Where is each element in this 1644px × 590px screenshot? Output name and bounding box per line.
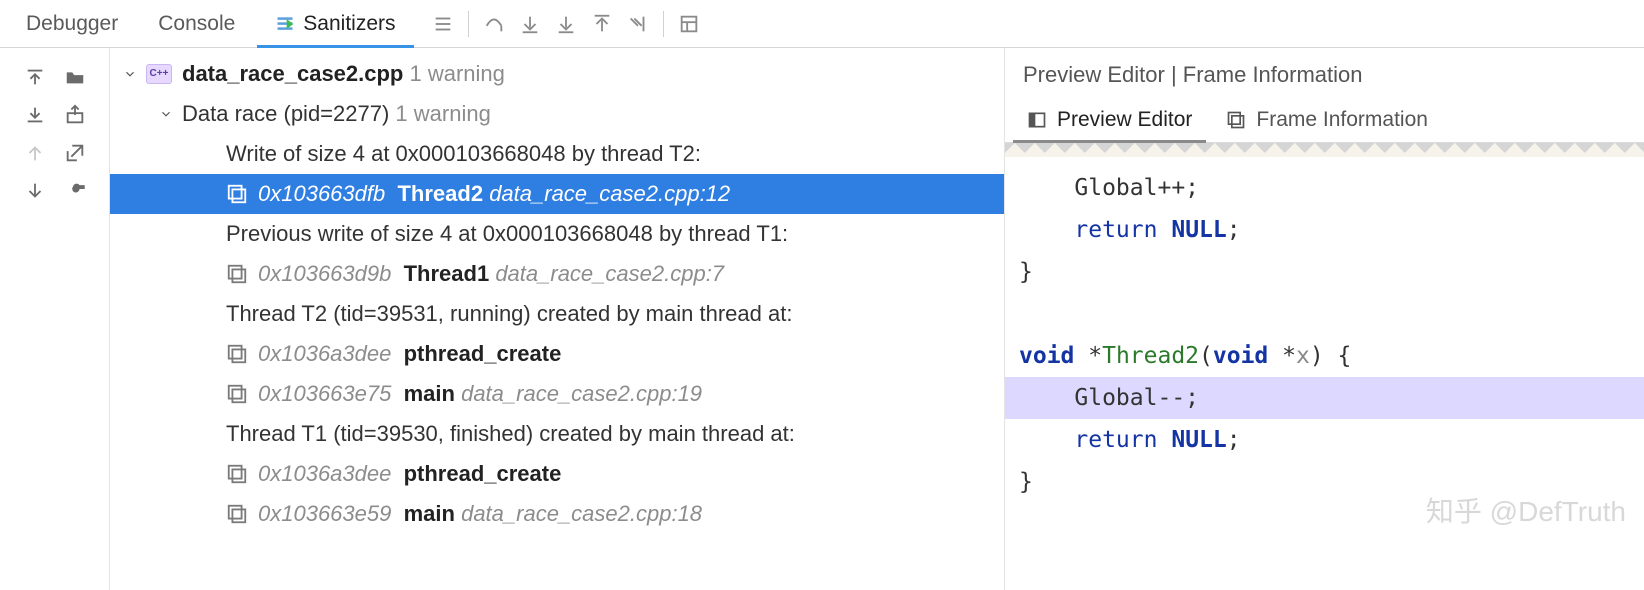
frame-address: 0x1036a3dee	[258, 457, 391, 491]
separator	[468, 11, 469, 37]
race-label: Data race (pid=2277)	[182, 97, 389, 131]
main-area: C++ data_race_case2.cpp 1 warning Data r…	[0, 48, 1644, 590]
chevron-down-icon[interactable]	[156, 104, 176, 124]
message-text: Thread T2 (tid=39531, running) created b…	[226, 297, 792, 331]
right-panel: Preview Editor | Frame Information Previ…	[1004, 48, 1644, 590]
frame-function: main	[404, 497, 455, 531]
tree-file-row[interactable]: C++ data_race_case2.cpp 1 warning	[110, 54, 1004, 94]
code-line: return NULL;	[1019, 427, 1241, 453]
step-out-icon[interactable]	[585, 7, 619, 41]
stack-frame-icon	[226, 503, 248, 525]
step-into-icon[interactable]	[513, 7, 547, 41]
tab-label: Debugger	[26, 12, 118, 36]
tree-race-row[interactable]: Data race (pid=2277) 1 warning	[110, 94, 1004, 134]
message-text: Previous write of size 4 at 0x0001036680…	[226, 217, 788, 251]
left-gutter	[0, 48, 110, 590]
cpp-file-icon: C++	[146, 64, 172, 84]
sanitizer-tree[interactable]: C++ data_race_case2.cpp 1 warning Data r…	[110, 48, 1004, 590]
tab-label: Console	[158, 12, 235, 36]
top-tab-bar: Debugger Console Sanitizers	[0, 0, 1644, 48]
popout-icon[interactable]	[58, 136, 92, 170]
layout-icon[interactable]	[426, 7, 460, 41]
frame-address: 0x103663d9b	[258, 257, 391, 291]
stack-message-row[interactable]: Thread T1 (tid=39530, finished) created …	[110, 414, 1004, 454]
frame-location: data_race_case2.cpp:18	[461, 497, 702, 531]
file-name: data_race_case2.cpp	[182, 57, 403, 91]
fold-indicator	[1005, 143, 1644, 157]
evaluate-icon[interactable]	[672, 7, 706, 41]
sanitizer-icon	[275, 14, 295, 34]
tab-debugger[interactable]: Debugger	[8, 0, 136, 47]
stack-frame-row[interactable]: 0x103663d9b Thread1 data_race_case2.cpp:…	[110, 254, 1004, 294]
stack-frame-icon	[226, 263, 248, 285]
frames-icon	[1226, 110, 1246, 130]
code-line: Global--;	[1005, 377, 1644, 419]
toolbar-group	[426, 7, 706, 41]
right-panel-title: Preview Editor | Frame Information	[1005, 48, 1644, 98]
file-warning-count: 1 warning	[410, 57, 505, 91]
chevron-down-icon[interactable]	[120, 64, 140, 84]
down-arrow-icon[interactable]	[18, 174, 52, 208]
collapse-bottom-icon[interactable]	[18, 98, 52, 132]
stack-message-row[interactable]: Write of size 4 at 0x000103668048 by thr…	[110, 134, 1004, 174]
frame-function: pthread_create	[404, 457, 562, 491]
frame-location: data_race_case2.cpp:7	[495, 257, 724, 291]
message-text: Write of size 4 at 0x000103668048 by thr…	[226, 137, 701, 171]
export-icon[interactable]	[58, 98, 92, 132]
stack-frame-icon	[226, 383, 248, 405]
up-arrow-icon[interactable]	[18, 136, 52, 170]
frame-address: 0x1036a3dee	[258, 337, 391, 371]
frame-function: main	[404, 377, 455, 411]
stack-frame-icon	[226, 183, 248, 205]
tab-sanitizers[interactable]: Sanitizers	[257, 0, 413, 47]
folder-icon[interactable]	[58, 60, 92, 94]
force-step-into-icon[interactable]	[549, 7, 583, 41]
stack-message-row[interactable]: Thread T2 (tid=39531, running) created b…	[110, 294, 1004, 334]
stack-frame-row[interactable]: 0x1036a3dee pthread_create	[110, 334, 1004, 374]
code-line: Global++;	[1019, 175, 1199, 201]
code-line: }	[1019, 469, 1033, 495]
stack-frame-icon	[226, 343, 248, 365]
wrench-icon[interactable]	[58, 174, 92, 208]
stack-frame-row[interactable]: 0x103663e75 main data_race_case2.cpp:19	[110, 374, 1004, 414]
tab-label: Sanitizers	[303, 12, 395, 36]
separator	[663, 11, 664, 37]
frame-function: Thread1	[404, 257, 490, 291]
frame-function: pthread_create	[404, 337, 562, 371]
code-line: void *Thread2(void *x) {	[1019, 343, 1351, 369]
panel-icon	[1027, 110, 1047, 130]
tab-frame-information[interactable]: Frame Information	[1212, 98, 1442, 142]
message-text: Thread T1 (tid=39530, finished) created …	[226, 417, 795, 451]
frame-function: Thread2	[397, 177, 483, 211]
collapse-top-icon[interactable]	[18, 60, 52, 94]
tab-console[interactable]: Console	[140, 0, 253, 47]
frame-location: data_race_case2.cpp:19	[461, 377, 702, 411]
frame-address: 0x103663e59	[258, 497, 391, 531]
stack-frame-row[interactable]: 0x1036a3dee pthread_create	[110, 454, 1004, 494]
frame-address: 0x103663e75	[258, 377, 391, 411]
race-warning-count: 1 warning	[395, 97, 490, 131]
tab-label: Frame Information	[1256, 108, 1428, 132]
code-line: return NULL;	[1019, 217, 1241, 243]
tab-label: Preview Editor	[1057, 108, 1192, 132]
right-tab-bar: Preview Editor Frame Information	[1005, 98, 1644, 143]
frame-location: data_race_case2.cpp:12	[489, 177, 730, 211]
code-preview[interactable]: Global++; return NULL; } void *Thread2(v…	[1005, 157, 1644, 590]
frame-address: 0x103663dfb	[258, 177, 385, 211]
stack-frame-row[interactable]: 0x103663e59 main data_race_case2.cpp:18	[110, 494, 1004, 534]
stack-frame-row[interactable]: 0x103663dfb Thread2 data_race_case2.cpp:…	[110, 174, 1004, 214]
stack-message-row[interactable]: Previous write of size 4 at 0x0001036680…	[110, 214, 1004, 254]
code-line: }	[1019, 259, 1033, 285]
run-to-cursor-icon[interactable]	[621, 7, 655, 41]
step-over-icon[interactable]	[477, 7, 511, 41]
stack-frame-icon	[226, 463, 248, 485]
tab-preview-editor[interactable]: Preview Editor	[1013, 98, 1206, 142]
